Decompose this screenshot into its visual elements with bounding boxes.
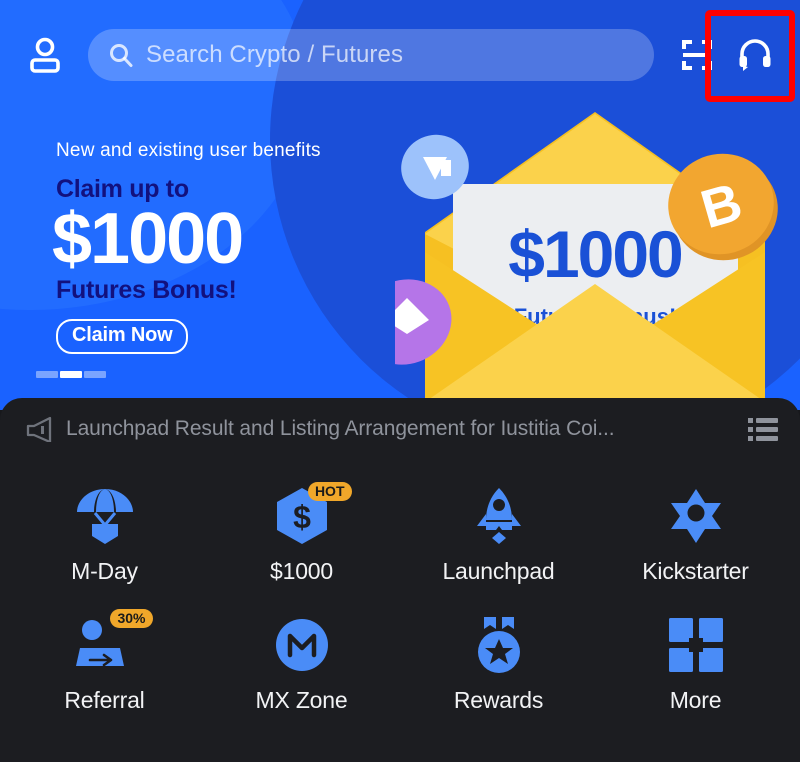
referral-icon: 30% <box>69 609 153 681</box>
parachute-icon <box>69 480 141 552</box>
search-placeholder-text: Search Crypto / Futures <box>146 41 404 68</box>
quick-action-1000[interactable]: $ HOT $1000 <box>203 472 400 595</box>
quick-action-label: MX Zone <box>255 687 348 713</box>
promo-text-block: New and existing user benefits Claim up … <box>52 140 321 355</box>
pager-dot-3[interactable] <box>84 371 106 378</box>
search-input[interactable]: Search Crypto / Futures <box>88 29 654 81</box>
quick-action-m-day[interactable]: M-Day <box>6 472 203 595</box>
person-icon <box>30 37 60 73</box>
profile-button[interactable] <box>16 26 74 84</box>
pager-dot-2-active[interactable] <box>60 371 82 378</box>
hot-badge: HOT <box>307 482 352 501</box>
support-button[interactable] <box>726 26 784 84</box>
pager-dot-1[interactable] <box>36 371 58 378</box>
hexagon-dollar-icon: $ HOT <box>266 480 352 552</box>
search-icon <box>108 42 134 68</box>
content-panel: Launchpad Result and Listing Arrangement… <box>0 398 800 762</box>
quick-action-referral[interactable]: 30% Referral <box>6 601 203 724</box>
list-icon[interactable] <box>748 416 778 442</box>
quick-action-kickstarter[interactable]: Kickstarter <box>597 472 794 595</box>
quick-action-launchpad[interactable]: Launchpad <box>400 472 597 595</box>
quick-action-mx-zone[interactable]: MX Zone <box>203 601 400 724</box>
megaphone-icon <box>24 416 52 442</box>
quick-action-label: Launchpad <box>442 558 555 584</box>
svg-text:$: $ <box>293 499 311 535</box>
announcement-text: Launchpad Result and Listing Arrangement… <box>66 417 615 440</box>
qr-scan-button[interactable] <box>668 26 726 84</box>
announcement-bar[interactable]: Launchpad Result and Listing Arrangement… <box>0 398 800 460</box>
medal-star-icon <box>463 609 535 681</box>
referral-percent-badge: 30% <box>110 609 153 628</box>
claim-now-button[interactable]: Claim Now <box>56 319 189 355</box>
promo-headline-bottom: Futures Bonus! <box>56 276 237 305</box>
grid-more-icon <box>660 609 732 681</box>
quick-action-label: Kickstarter <box>642 558 749 584</box>
quick-action-label: Rewards <box>453 687 544 713</box>
qr-scan-icon <box>682 40 712 70</box>
rocket-icon <box>463 480 535 552</box>
quick-action-rewards[interactable]: Rewards <box>400 601 597 724</box>
quick-action-more[interactable]: More <box>597 601 794 724</box>
mx-circle-icon <box>266 609 338 681</box>
headset-support-icon <box>739 39 771 71</box>
quick-action-label: More <box>669 687 722 713</box>
banner-pagination[interactable] <box>36 371 106 378</box>
quick-action-label: Referral <box>64 687 145 713</box>
top-bar: Search Crypto / Futures <box>0 0 800 110</box>
app-screen: $1000 Futures Bonus! B <box>0 0 800 762</box>
promo-amount: $1000 <box>52 199 244 279</box>
promo-subtitle: New and existing user benefits <box>56 140 321 161</box>
quick-action-label: $1000 <box>270 558 333 584</box>
envelope-illustration: $1000 Futures Bonus! B <box>395 112 778 402</box>
quick-actions-grid: M-Day $ HOT $1000 Launchpad Kickstarter … <box>0 460 800 724</box>
star-burst-icon <box>660 480 732 552</box>
envelope-amount-text: $1000 <box>508 217 682 291</box>
quick-action-label: M-Day <box>71 558 138 584</box>
